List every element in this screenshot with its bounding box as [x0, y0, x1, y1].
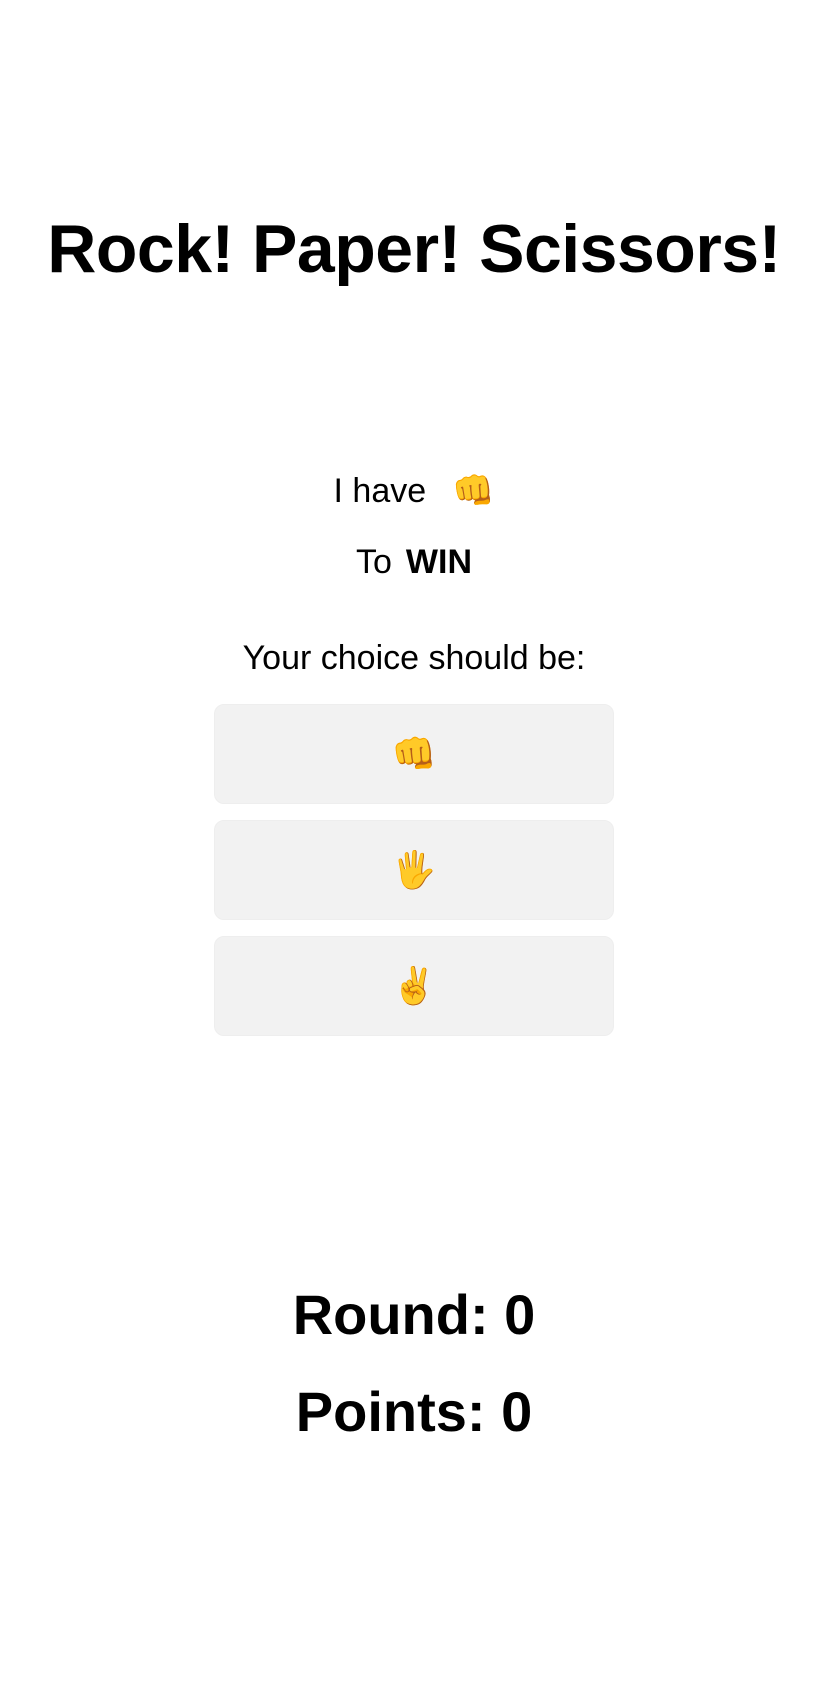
game-title: Rock! Paper! Scissors! — [47, 211, 781, 287]
scissors-choice-button[interactable]: ✌️ — [214, 936, 614, 1036]
goal-line: To WIN — [0, 540, 828, 584]
opponent-move-icon: 👊 — [452, 471, 495, 511]
scissors-victory-icon: ✌️ — [391, 966, 437, 1007]
points-counter: Points: 0 — [295, 1380, 533, 1443]
choice-prompt: Your choice should be: — [242, 639, 586, 677]
paper-hand-icon: 🖐 — [391, 850, 437, 891]
paper-choice-button[interactable]: 🖐 — [214, 820, 614, 920]
round-counter: Round: 0 — [292, 1283, 536, 1346]
goal-outcome: WIN — [405, 543, 472, 581]
rock-fist-icon: 👊 — [391, 734, 437, 775]
opponent-move-line: I have 👊 — [0, 469, 828, 513]
rock-choice-button[interactable]: 👊 — [214, 704, 614, 804]
goal-prefix: To — [355, 543, 392, 581]
opponent-move-prefix: I have — [333, 472, 427, 510]
